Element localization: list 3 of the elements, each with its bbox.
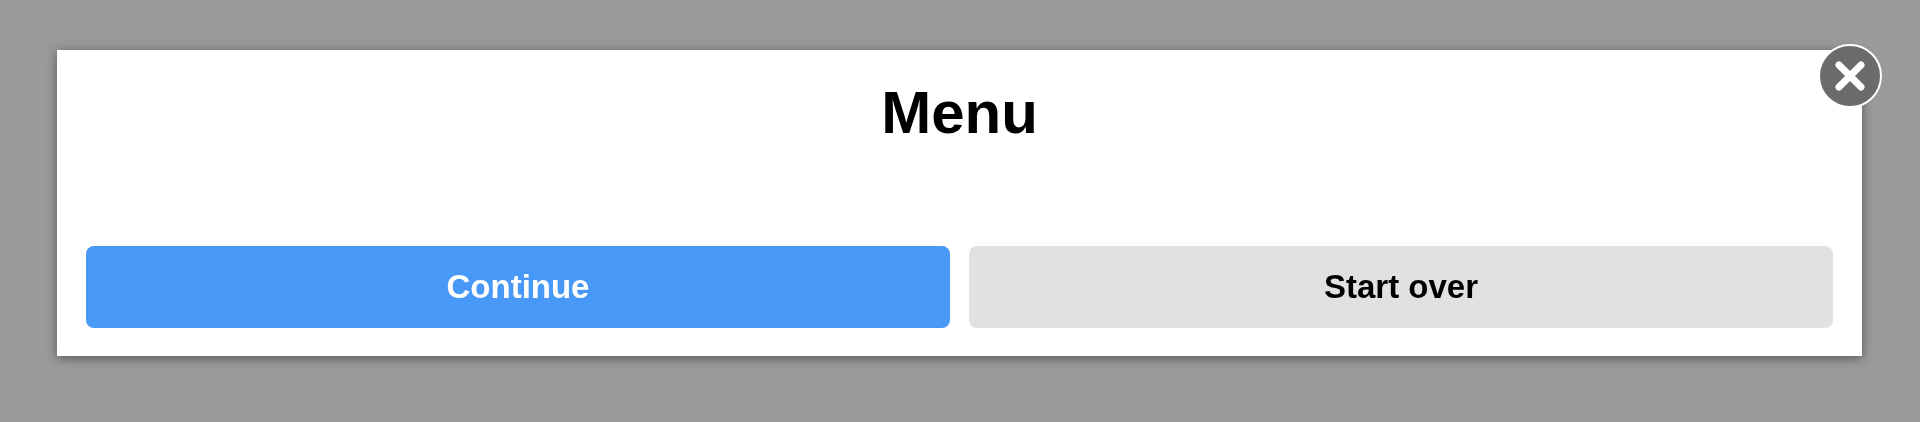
close-icon <box>1834 60 1866 92</box>
start-over-button[interactable]: Start over <box>969 246 1833 328</box>
dialog-title: Menu <box>881 78 1038 148</box>
